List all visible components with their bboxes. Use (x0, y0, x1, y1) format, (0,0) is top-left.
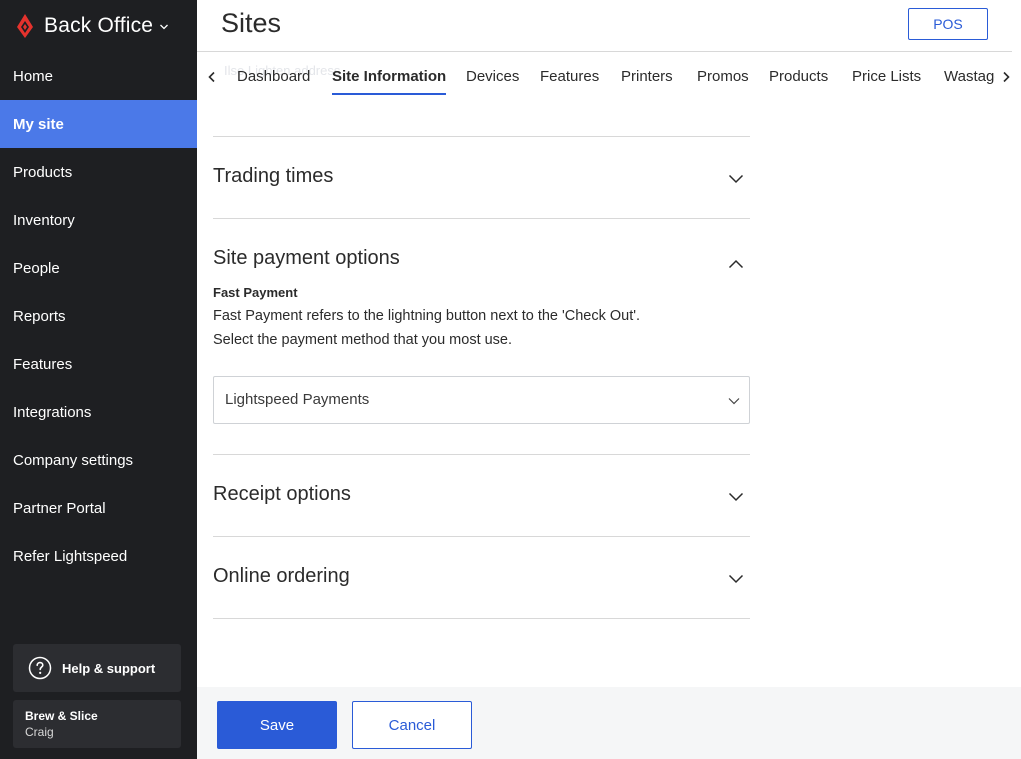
sidebar-item-partner-portal[interactable]: Partner Portal (0, 484, 197, 532)
tab-printers[interactable]: Printers (621, 68, 673, 93)
section-title: Online ordering (213, 565, 350, 587)
fast-payment-method-value: Lightspeed Payments (225, 391, 370, 408)
sidebar: Back Office Home My site Products Invent… (0, 0, 197, 759)
sidebar-item-label: Refer Lightspeed (13, 547, 128, 565)
sidebar-item-products[interactable]: Products (0, 148, 197, 196)
chevron-down-icon (728, 574, 744, 584)
account-user-name: Craig (25, 725, 54, 739)
chevron-down-icon (728, 398, 740, 405)
flame-logo-icon (17, 14, 33, 38)
sidebar-item-integrations[interactable]: Integrations (0, 388, 197, 436)
chevron-down-icon (728, 492, 744, 502)
sidebar-item-refer-lightspeed[interactable]: Refer Lightspeed (0, 532, 197, 580)
account-company-name: Brew & Slice (25, 709, 98, 723)
page-title: Sites (221, 8, 282, 38)
sidebar-item-label: Company settings (13, 451, 134, 469)
sidebar-nav: Home My site Products Inventory People R… (0, 52, 197, 580)
fast-payment-description-line: Fast Payment refers to the lightning but… (213, 308, 641, 324)
sidebar-item-label: People (13, 259, 60, 277)
tab-devices[interactable]: Devices (466, 68, 519, 93)
help-circle-icon (28, 656, 52, 680)
save-button[interactable]: Save (217, 701, 337, 749)
section-header-trading-times[interactable]: Trading times (213, 137, 750, 218)
section-divider (213, 618, 750, 619)
sidebar-item-company-settings[interactable]: Company settings (0, 436, 197, 484)
sidebar-item-label: Features (13, 355, 73, 373)
sidebar-item-label: My site (13, 115, 64, 133)
section-title: Trading times (213, 165, 334, 187)
section-title: Receipt options (213, 483, 351, 505)
chevron-down-icon (160, 24, 169, 30)
chevron-left-icon[interactable] (206, 70, 218, 84)
sidebar-item-people[interactable]: People (0, 244, 197, 292)
section-header-online-ordering[interactable]: Online ordering (213, 537, 750, 618)
pos-button[interactable]: POS (908, 8, 988, 40)
tab-bar: Ilse Lighten address Dashboard Site Info… (197, 52, 1021, 100)
account-switcher[interactable]: Brew & Slice Craig (13, 700, 181, 748)
app-name: Back Office (44, 14, 154, 37)
section-title: Site payment options (213, 247, 400, 269)
section-header-site-payment-options[interactable]: Site payment options (213, 219, 750, 285)
tab-products[interactable]: Products (769, 68, 828, 93)
sidebar-item-label: Integrations (13, 403, 92, 421)
tab-wastage[interactable]: Wastage (944, 68, 995, 93)
sidebar-item-reports[interactable]: Reports (0, 292, 197, 340)
tab-dashboard[interactable]: Dashboard (237, 68, 310, 93)
section-receipt-options: Receipt options (213, 454, 750, 536)
sidebar-item-label: Inventory (13, 211, 75, 229)
tab-price-lists[interactable]: Price Lists (852, 68, 921, 93)
sidebar-item-label: Products (13, 163, 73, 181)
chevron-up-icon (728, 259, 744, 269)
app-switcher[interactable]: Back Office (0, 0, 197, 52)
section-trading-times: Trading times (213, 136, 750, 218)
fast-payment-description-line: Select the payment method that you most … (213, 332, 513, 348)
cancel-button[interactable]: Cancel (352, 701, 472, 749)
help-support-button[interactable]: Help & support (13, 644, 181, 692)
sidebar-item-label: Partner Portal (13, 499, 106, 517)
tab-strip: Ilse Lighten address Dashboard Site Info… (224, 52, 995, 100)
chevron-down-icon (728, 174, 744, 184)
site-information-panel: Trading times Site payment options Fast … (213, 136, 750, 619)
sidebar-item-label: Reports (13, 307, 66, 325)
fast-payment-title: Fast Payment (213, 285, 298, 300)
chevron-right-icon[interactable] (1000, 70, 1012, 84)
tab-promos[interactable]: Promos (697, 68, 749, 93)
section-site-payment-options: Site payment options Fast Payment Fast P… (213, 218, 750, 454)
tab-features[interactable]: Features (540, 68, 599, 93)
sidebar-item-features[interactable]: Features (0, 340, 197, 388)
section-header-receipt-options[interactable]: Receipt options (213, 455, 750, 536)
form-footer: Save Cancel (197, 687, 1021, 759)
tab-site-information[interactable]: Site Information (332, 68, 447, 95)
section-body-site-payment-options: Fast Payment Fast Payment refers to the … (213, 285, 750, 454)
sidebar-item-label: Home (13, 67, 54, 85)
section-online-ordering: Online ordering (213, 536, 750, 618)
fast-payment-method-select[interactable]: Lightspeed Payments (213, 376, 750, 424)
sidebar-item-my-site[interactable]: My site (0, 100, 197, 148)
sidebar-item-home[interactable]: Home (0, 52, 197, 100)
sidebar-item-inventory[interactable]: Inventory (0, 196, 197, 244)
fast-payment-description: Fast Payment refers to the lightning but… (213, 304, 750, 352)
help-support-label: Help & support (62, 660, 156, 676)
